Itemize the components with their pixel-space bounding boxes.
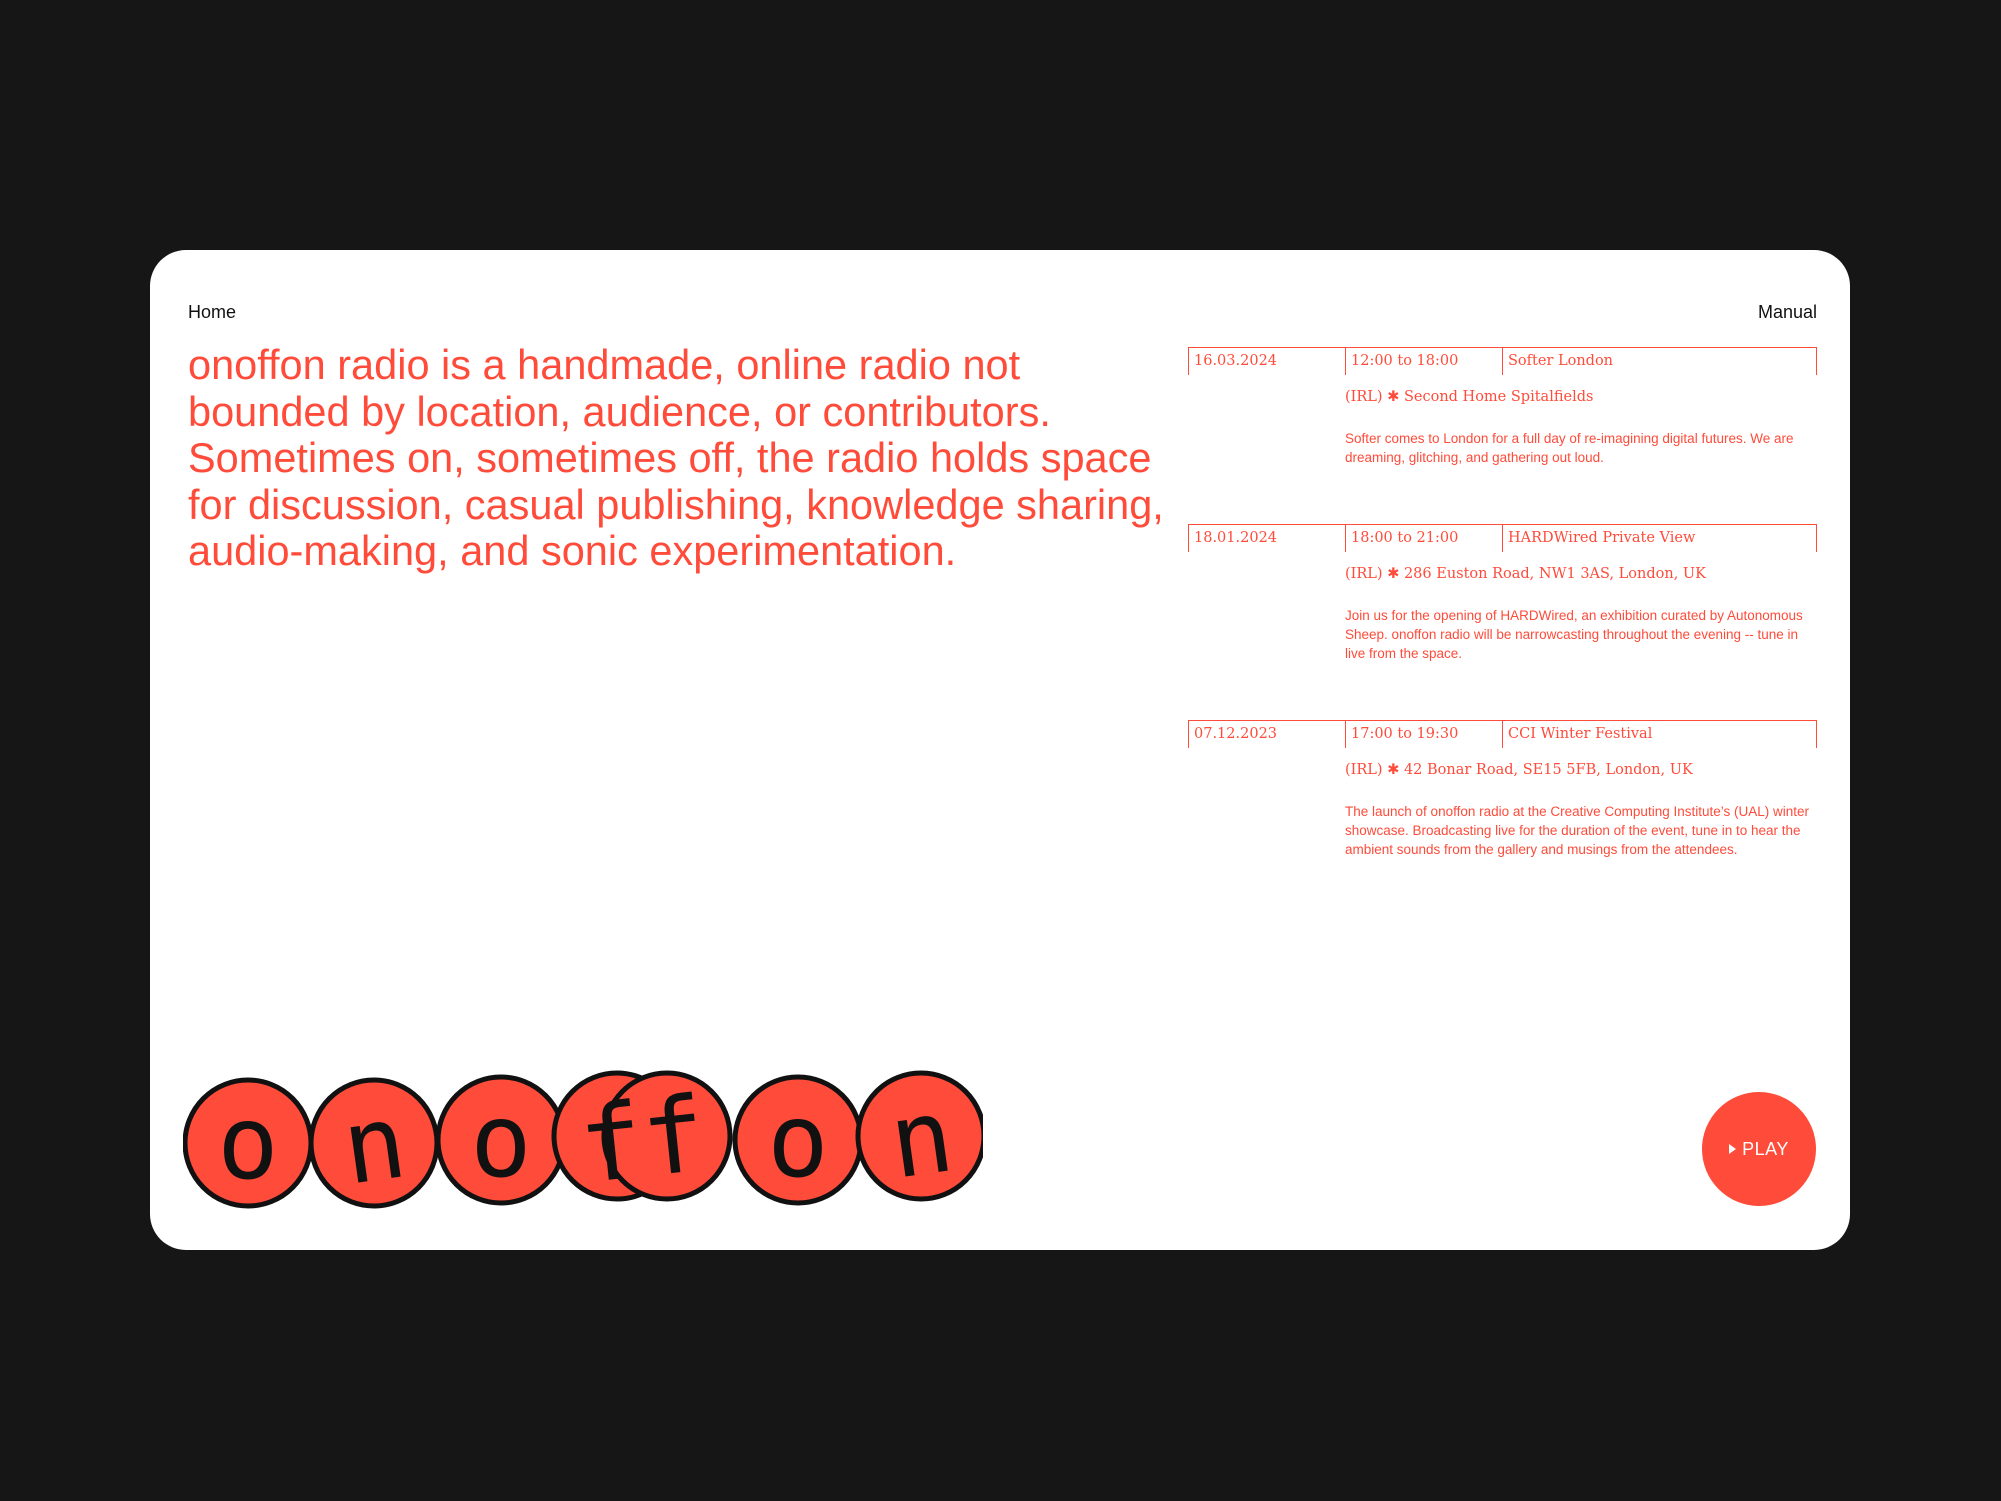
event-description: Softer comes to London for a full day of… xyxy=(1345,431,1794,465)
event-date: 07.12.2023 xyxy=(1189,721,1346,748)
event-location: (IRL) ✱ 42 Bonar Road, SE15 5FB, London,… xyxy=(1345,762,1693,778)
intro-text: onoffon radio is a handmade, online radi… xyxy=(188,341,1164,574)
event-time: 17:00 to 19:30 xyxy=(1346,721,1503,748)
event-title: Softer London xyxy=(1508,353,1614,369)
event-item[interactable]: 07.12.2023 17:00 to 19:30 CCI Winter Fes… xyxy=(1188,720,1817,857)
logo-letter: o xyxy=(767,1082,828,1201)
event-title: HARDWired Private View xyxy=(1508,530,1696,546)
event-date: 18.01.2024 xyxy=(1189,525,1346,552)
event-time: 12:00 to 18:00 xyxy=(1346,348,1503,375)
play-button[interactable]: PLAY xyxy=(1702,1092,1816,1206)
event-title: CCI Winter Festival xyxy=(1508,726,1653,742)
main-card: Home Manual onoffon radio is a handmade,… xyxy=(150,250,1850,1250)
event-header: 16.03.2024 12:00 to 18:00 Softer London xyxy=(1188,347,1817,375)
event-header: 18.01.2024 18:00 to 21:00 HARDWired Priv… xyxy=(1188,524,1817,552)
event-location: (IRL) ✱ 286 Euston Road, NW1 3AS, London… xyxy=(1345,566,1706,582)
event-item[interactable]: 18.01.2024 18:00 to 21:00 HARDWired Priv… xyxy=(1188,524,1817,661)
nav-manual-link[interactable]: Manual xyxy=(1758,302,1817,323)
play-icon xyxy=(1729,1144,1737,1154)
event-description: The launch of onoffon radio at the Creat… xyxy=(1345,804,1810,857)
logo-letter: ff xyxy=(574,1073,711,1207)
event-item[interactable]: 16.03.2024 12:00 to 18:00 Softer London … xyxy=(1188,347,1817,465)
logo-letter: o xyxy=(470,1082,531,1201)
event-description: Join us for the opening of HARDWired, an… xyxy=(1345,608,1803,661)
event-date: 16.03.2024 xyxy=(1189,348,1346,375)
nav-home-link[interactable]: Home xyxy=(188,302,236,323)
play-label: PLAY xyxy=(1742,1138,1789,1159)
logo-letter: o xyxy=(217,1084,278,1203)
event-location: (IRL) ✱ Second Home Spitalfields xyxy=(1345,389,1594,405)
event-header: 07.12.2023 17:00 to 19:30 CCI Winter Fes… xyxy=(1188,720,1817,748)
event-time: 18:00 to 21:00 xyxy=(1346,525,1503,552)
onoffon-logo: o n o ff o n xyxy=(183,1070,983,1209)
